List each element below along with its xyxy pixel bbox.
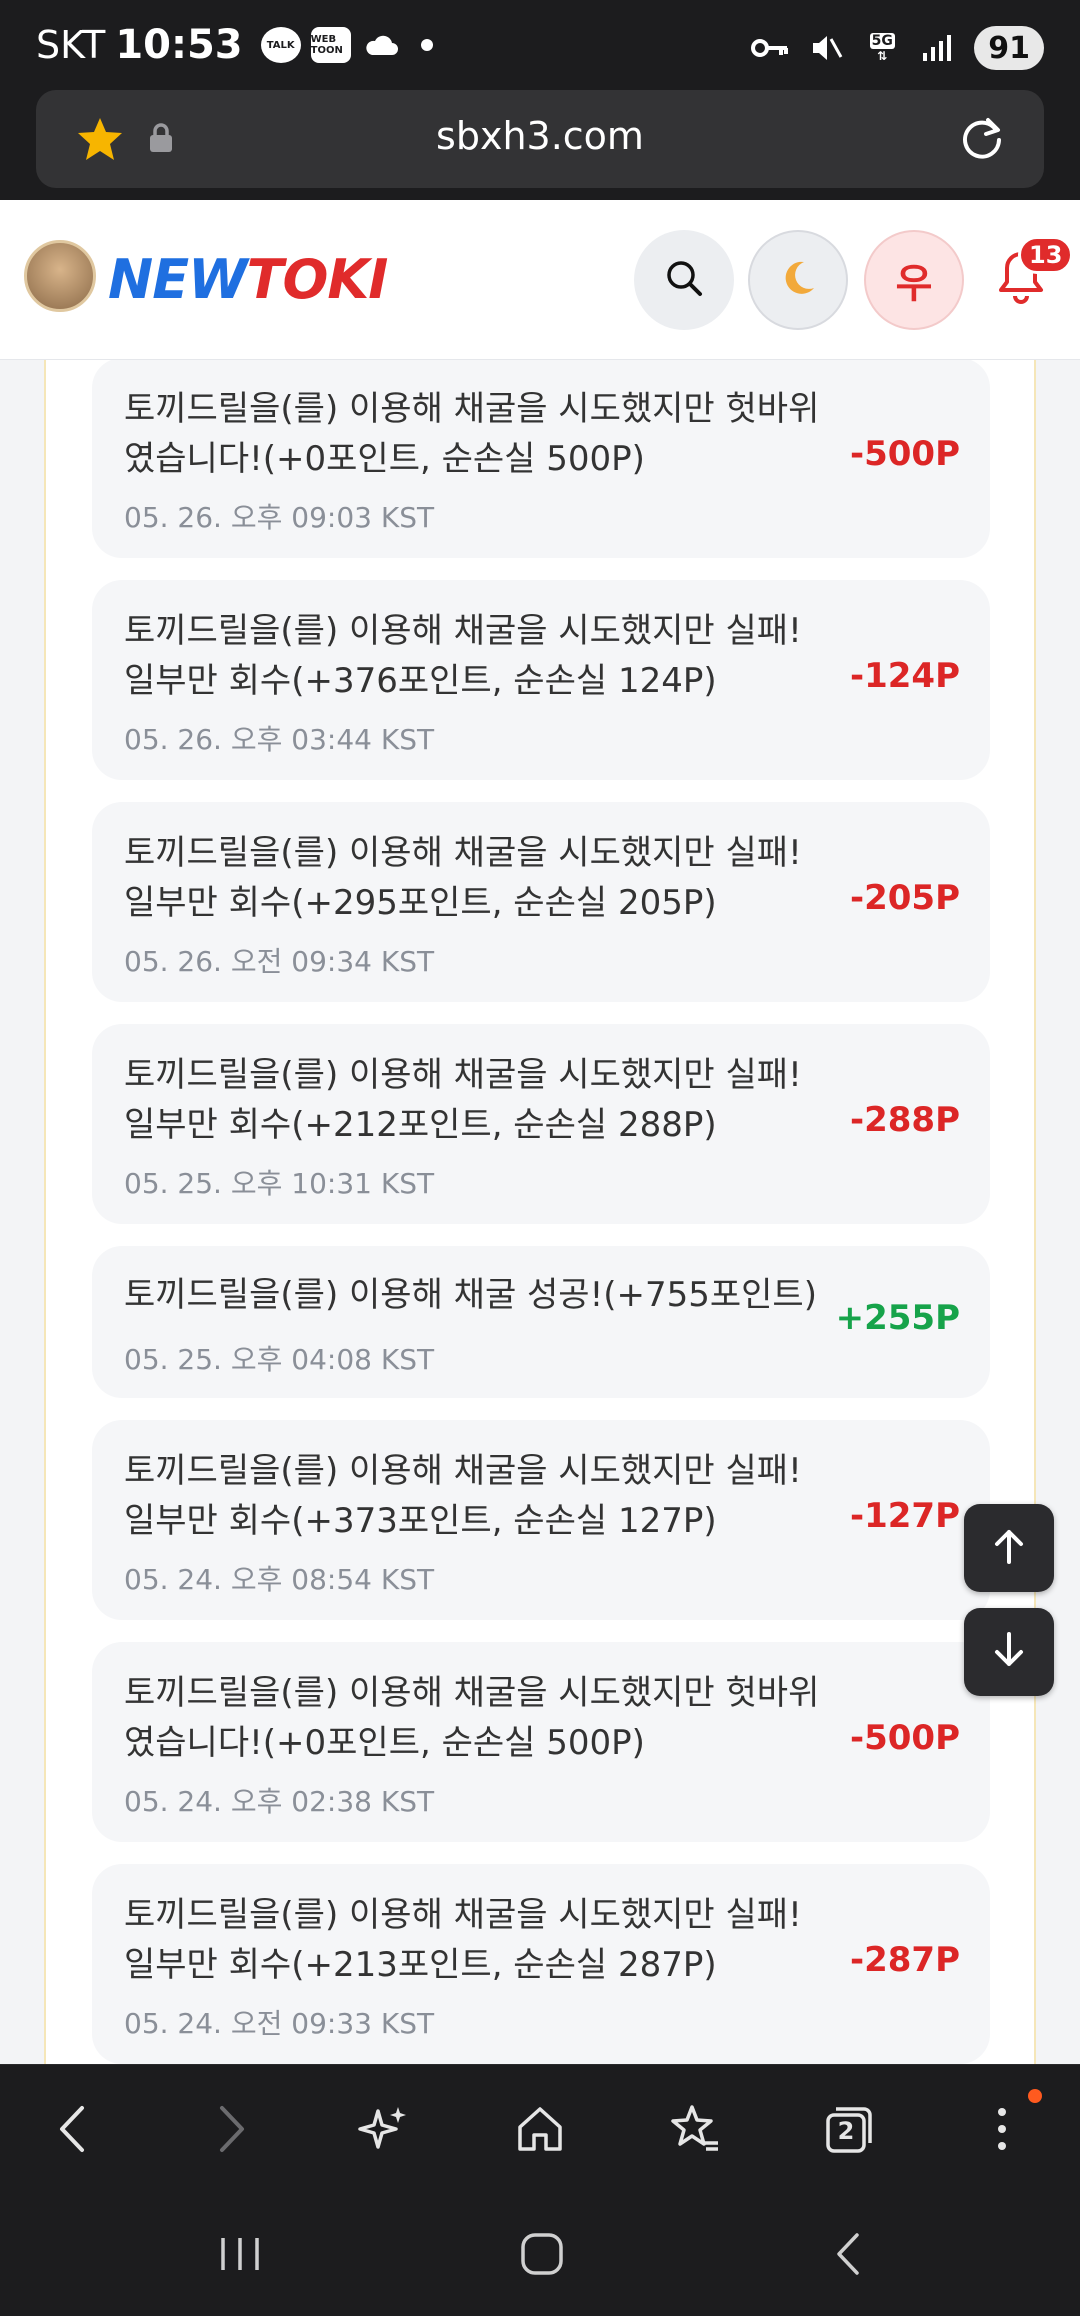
history-item-description: 토끼드릴을(를) 이용해 채굴을 시도했지만 실패! 일부만 회수(+295포인… [124,833,802,923]
history-item-timestamp: 05. 24. 오후 02:38 KST [124,1785,435,1818]
history-item: 토끼드릴을(를) 이용해 채굴을 시도했지만 실패! 일부만 회수(+213포인… [92,1864,990,2064]
dark-mode-toggle[interactable] [748,230,848,330]
carrier-label: SKT [36,23,106,67]
site-header: NEWTOKI 우 [0,200,1080,360]
point-history-panel: 토끼드릴을(를) 이용해 채굴을 시도했지만 헛바위였습니다!(+0포인트, 순… [44,360,1036,2064]
history-item-timestamp: 05. 24. 오전 09:33 KST [124,2007,435,2040]
arrow-down-icon [989,1630,1029,1674]
arrow-up-icon [989,1526,1029,1570]
tabs-button[interactable]: 2 [816,2099,880,2163]
webtoon-notification-icon: WEB TOON [310,27,351,63]
history-item-description: 토끼드릴을(를) 이용해 채굴을 시도했지만 실패! 일부만 회수(+376포인… [124,611,802,701]
search-icon [664,258,704,302]
scroll-to-top-button[interactable] [964,1504,1054,1592]
site-logo[interactable]: NEWTOKI [108,248,389,311]
status-bar: SKT 10:53 TALK WEB TOON 5G ⇅ 91 [0,0,1080,90]
home-icon [514,2103,566,2159]
forward-button[interactable] [198,2099,262,2163]
bookmarks-button[interactable] [662,2099,726,2163]
back-arrow-icon [54,2104,94,2158]
reload-icon[interactable] [958,114,1006,166]
user-profile-button[interactable]: 우 [864,230,964,330]
vpn-key-icon [750,30,790,66]
system-navigation-bar [0,2196,1080,2316]
history-item-amount: -500P [849,1718,960,1758]
search-button[interactable] [634,230,734,330]
history-item: 토끼드릴을(를) 이용해 채굴을 시도했지만 헛바위였습니다!(+0포인트, 순… [92,360,990,558]
history-item-amount: -205P [849,878,960,918]
browser-toolbar: 2 [0,2064,1080,2196]
home-square-icon [519,2231,565,2281]
battery-level: 91 [974,26,1044,70]
history-item-description: 토끼드릴을(를) 이용해 채굴을 시도했지만 실패! 일부만 회수(+373포인… [124,1451,802,1541]
history-item-description: 토끼드릴을(를) 이용해 채굴을 시도했지만 실패! 일부만 회수(+212포인… [124,1055,802,1145]
logo-toki-text: TOKI [246,248,389,311]
history-item-description: 토끼드릴을(를) 이용해 채굴을 시도했지만 실패! 일부만 회수(+213포인… [124,1895,802,1985]
history-item-amount: -124P [849,656,960,696]
scroll-to-bottom-button[interactable] [964,1608,1054,1696]
history-item: 토끼드릴을(를) 이용해 채굴을 시도했지만 실패! 일부만 회수(+373포인… [92,1420,990,1620]
cloud-icon [361,27,401,63]
history-item-timestamp: 05. 26. 오후 03:44 KST [124,723,435,756]
history-item-timestamp: 05. 25. 오후 04:08 KST [124,1343,435,1376]
history-item-timestamp: 05. 25. 오후 10:31 KST [124,1167,435,1200]
history-item-amount: +255P [835,1298,960,1338]
home-button[interactable] [508,2099,572,2163]
more-menu-button[interactable] [970,2099,1034,2163]
mute-icon [806,30,846,66]
moon-icon [778,258,818,302]
more-notifications-dot-icon [420,39,433,51]
history-item: 토끼드릴을(를) 이용해 채굴을 시도했지만 실패! 일부만 회수(+376포인… [92,580,990,780]
history-item-amount: -288P [849,1100,960,1140]
point-history-list: 토끼드릴을(를) 이용해 채굴을 시도했지만 헛바위였습니다!(+0포인트, 순… [92,360,990,2064]
history-item: 토끼드릴을(를) 이용해 채굴 성공!(+755포인트) 05. 25. 오후 0… [92,1246,990,1398]
tabs-icon: 2 [822,2105,874,2157]
star-list-icon [668,2103,720,2159]
history-item-timestamp: 05. 24. 오후 08:54 KST [124,1563,435,1596]
main-content[interactable]: 토끼드릴을(를) 이용해 채굴을 시도했지만 헛바위였습니다!(+0포인트, 순… [0,360,1080,2064]
tabs-count: 2 [837,2117,855,2145]
history-item-amount: -127P [849,1496,960,1536]
back-chevron-icon [831,2231,865,2281]
history-item-timestamp: 05. 26. 오후 09:03 KST [124,501,435,534]
menu-notification-dot [1028,2089,1042,2103]
network-5g-icon: 5G ⇅ [869,33,895,63]
history-item-description: 토끼드릴을(를) 이용해 채굴을 시도했지만 헛바위였습니다!(+0포인트, 순… [124,389,820,479]
back-nav-button[interactable] [818,2226,878,2286]
recent-apps-button[interactable] [210,2226,270,2286]
history-item: 토끼드릴을(를) 이용해 채굴을 시도했지만 실패! 일부만 회수(+212포인… [92,1024,990,1224]
back-button[interactable] [42,2099,106,2163]
logo-new-text: NEW [108,248,248,311]
history-item-amount: -500P [849,434,960,474]
sparkle-icon [358,2103,410,2159]
ai-assistant-button[interactable] [352,2099,416,2163]
history-item-timestamp: 05. 26. 오전 09:34 KST [124,945,435,978]
signal-icon [918,30,958,66]
more-vertical-icon [992,2104,1012,2158]
history-item-amount: -287P [849,1940,960,1980]
address-bar[interactable]: sbxh3.com [36,90,1044,188]
forward-arrow-icon [210,2104,250,2158]
kakaotalk-notification-icon: TALK [260,27,301,63]
site-logo-image[interactable] [24,240,96,312]
history-item-description: 토끼드릴을(를) 이용해 채굴을 시도했지만 헛바위였습니다!(+0포인트, 순… [124,1673,820,1763]
history-item-description: 토끼드릴을(를) 이용해 채굴 성공!(+755포인트) [124,1275,817,1315]
history-item: 토끼드릴을(를) 이용해 채굴을 시도했지만 헛바위였습니다!(+0포인트, 순… [92,1642,990,1842]
home-nav-button[interactable] [512,2226,572,2286]
network-type-label: 5G [869,33,895,49]
notification-count-badge: 13 [1018,236,1074,274]
url-text[interactable]: sbxh3.com [36,114,1044,158]
history-item: 토끼드릴을(를) 이용해 채굴을 시도했지만 실패! 일부만 회수(+295포인… [92,802,990,1002]
recent-apps-icon [217,2234,263,2278]
clock: 10:53 [115,22,243,68]
browser-address-area: sbxh3.com [0,90,1080,200]
